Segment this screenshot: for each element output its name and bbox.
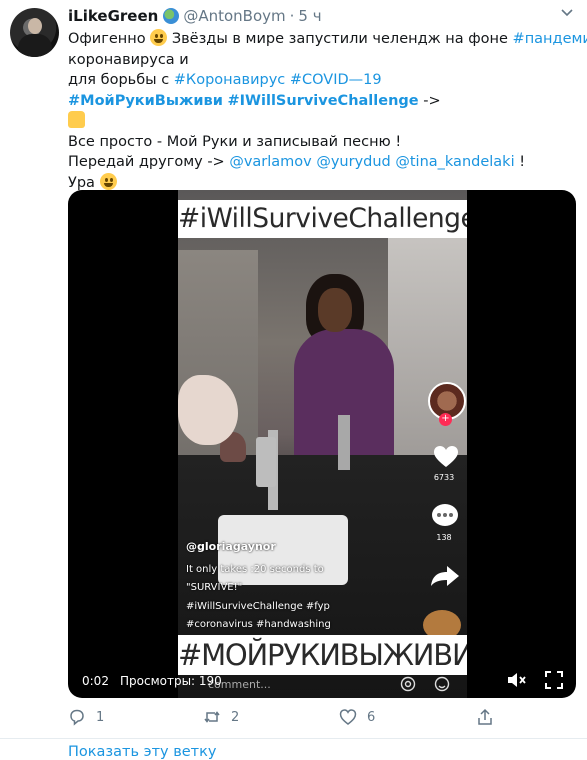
mention-link[interactable]: @varlamov — [229, 154, 311, 170]
hashtag-link[interactable]: #Коронавирус — [174, 72, 285, 88]
divider — [0, 738, 587, 739]
share-icon — [478, 708, 492, 725]
retweet-icon — [204, 711, 220, 723]
overlay-caption-3: #iWillSurviveChallenge #fyp — [186, 601, 330, 612]
grinning-emoji-icon — [150, 29, 168, 46]
share-button[interactable] — [476, 708, 494, 726]
thumbs-up-emoji-icon — [68, 111, 85, 128]
tweet-text: Офигенно Звёзды в мире запустили челендж… — [68, 29, 587, 193]
video-views: Просмотры: 190 — [120, 674, 222, 688]
show-thread-link[interactable]: Показать эту ветку — [68, 744, 216, 760]
author-handle[interactable]: @AntonBoym — [183, 7, 285, 25]
like-button[interactable]: 6 — [339, 708, 375, 726]
tweet-actions: 1 2 6 — [0, 708, 587, 730]
hashtag-link[interactable]: #COVID—19 — [290, 72, 382, 88]
volume-muted-icon[interactable] — [506, 670, 526, 690]
comment-bubble-icon — [432, 504, 458, 526]
tweet-text-fragment: Все просто - Мой Руки и записывай песню … — [68, 133, 402, 150]
tweet-text-fragment: Звёзды в мире запустили челендж на фоне — [167, 31, 513, 47]
overlay-caption-1: It only takes :20 seconds to — [186, 564, 324, 575]
tweet-text-fragment: коронавируса и — [68, 51, 189, 68]
like-count: 6 — [367, 709, 376, 725]
fullscreen-icon[interactable] — [544, 670, 564, 690]
reply-button[interactable]: 1 — [68, 708, 104, 726]
tweet-line: Передай другому -> @varlamov @yurydud @t… — [68, 152, 573, 173]
tweet-text-fragment: Передай другому -> — [68, 154, 230, 170]
overlay-caption-2: "SURVIVE!" — [186, 582, 243, 593]
share-arrow-icon — [431, 566, 459, 586]
tweet-text-fragment: Офигенно — [68, 31, 151, 47]
chevron-down-icon[interactable] — [560, 6, 574, 20]
globe-emoji-icon — [163, 8, 180, 24]
tweet-text-fragment: Ура — [68, 174, 100, 191]
heart-icon — [434, 446, 458, 467]
overlay-caption-4: #coronavirus #handwashing — [186, 619, 331, 630]
tweet-line — [68, 111, 573, 132]
tweet-time[interactable]: 5 ч — [298, 7, 321, 25]
hashtag-link[interactable]: #IWillSurviveChallenge — [227, 93, 418, 109]
heart-outline-icon — [339, 709, 357, 725]
reply-count: 1 — [96, 709, 105, 725]
tweet-text-fragment: для борьбы с — [68, 72, 174, 88]
likes-count: 6733 — [433, 473, 455, 482]
hashtag-link[interactable]: #МойРукиВыживи — [68, 93, 223, 109]
tweet-text-fragment: ! — [514, 154, 526, 170]
tweet-line: #МойРукиВыживи #IWillSurviveChallenge -> — [68, 91, 573, 112]
video-player[interactable]: #iWillSurviveChallenge @gloriagaynor It … — [68, 190, 576, 698]
author-name[interactable]: iLikeGreen — [68, 7, 158, 25]
tweet-text-fragment: -> — [418, 92, 441, 109]
retweet-count: 2 — [231, 709, 240, 725]
mention-link[interactable]: @yurydud — [316, 154, 390, 170]
tweet-header: iLikeGreen @AntonBoym · 5 ч — [68, 7, 322, 25]
tweet-line: коронавируса и — [68, 50, 573, 71]
video-time: 0:02 — [82, 674, 109, 688]
separator-dot: · — [289, 7, 295, 25]
video-controls: 0:02 Просмотры: 190 — [68, 664, 576, 698]
reply-icon — [70, 709, 84, 726]
tiktok-follow-plus-icon: + — [439, 413, 452, 426]
overlay-username: @gloriagaynor — [186, 540, 276, 553]
tweet-line: Офигенно Звёзды в мире запустили челендж… — [68, 29, 587, 50]
tweet-line: Все просто - Мой Руки и записывай песню … — [68, 132, 573, 153]
retweet-button[interactable]: 2 — [203, 708, 239, 726]
video-frame[interactable]: #iWillSurviveChallenge @gloriagaynor It … — [178, 190, 467, 698]
hashtag-link[interactable]: #пандемия — [513, 31, 587, 47]
mention-link[interactable]: @tina_kandelaki — [395, 154, 514, 170]
tweet-line: для борьбы с #Коронавирус #COVID—19 — [68, 70, 573, 91]
grinning-emoji-icon — [99, 172, 117, 190]
comments-count: 138 — [436, 533, 452, 542]
avatar[interactable] — [10, 8, 59, 57]
top-banner: #iWillSurviveChallenge — [178, 200, 467, 238]
